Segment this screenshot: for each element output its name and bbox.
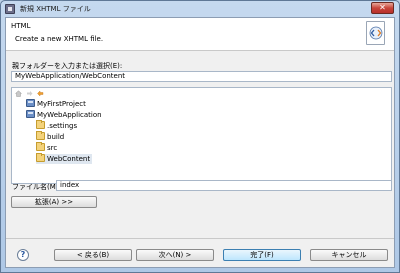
file-name-label: ファイル名(M): — [12, 183, 61, 191]
window-title: 新規 XHTML ファイル — [20, 5, 91, 13]
tree-item[interactable]: .settings — [36, 120, 78, 131]
cancel-button[interactable]: キャンセル — [310, 249, 388, 261]
back-button[interactable]: < 戻る(B) — [54, 249, 132, 261]
banner-title: HTML — [11, 22, 31, 30]
home-icon[interactable] — [15, 90, 22, 97]
tree-item[interactable]: MyFirstProject — [26, 99, 86, 109]
help-icon[interactable]: ? — [17, 249, 29, 261]
parent-folder-input[interactable]: MyWebApplication/WebContent — [11, 71, 392, 82]
tree-item-label: build — [47, 133, 65, 141]
app-icon — [5, 4, 15, 14]
next-button[interactable]: 次へ(N) > — [136, 249, 214, 261]
tree-item-label: WebContent — [47, 155, 91, 163]
tree-item[interactable]: src — [36, 142, 58, 153]
wizard-banner: HTML Create a new XHTML file. — [6, 18, 394, 51]
tree-toolbar — [15, 89, 46, 98]
folder-tree[interactable]: MyFirstProject MyWebApplication .setting… — [11, 87, 392, 184]
tree-item-label: MyFirstProject — [37, 100, 86, 108]
xhtml-file-icon — [366, 21, 385, 45]
tree-item-label: .settings — [47, 122, 78, 130]
forward-icon[interactable] — [26, 90, 33, 97]
file-name-input[interactable]: index — [56, 180, 392, 191]
folder-icon — [36, 142, 45, 151]
project-icon — [26, 99, 35, 107]
close-button[interactable]: ✕ — [371, 2, 394, 14]
close-icon: ✕ — [379, 3, 386, 12]
parent-folder-label: 親フォルダーを入力または選択(E): — [12, 62, 123, 70]
project-icon — [26, 110, 35, 118]
back-icon[interactable] — [37, 90, 44, 97]
folder-icon — [36, 131, 45, 140]
dialog-window: 新規 XHTML ファイル ✕ HTML Create a new XHTML … — [0, 0, 400, 273]
tree-item-selected[interactable]: WebContent — [36, 153, 93, 164]
tree-item[interactable]: MyWebApplication — [26, 110, 102, 120]
dialog-body: HTML Create a new XHTML file. 親フォルダーを入力ま… — [5, 17, 395, 268]
tree-item-label: MyWebApplication — [37, 111, 102, 119]
tree-item[interactable]: build — [36, 131, 65, 142]
divider — [6, 238, 394, 239]
tree-item-label: src — [47, 144, 58, 152]
advanced-button[interactable]: 拡張(A) >> — [11, 196, 97, 208]
folder-open-icon — [36, 153, 45, 162]
finish-button[interactable]: 完了(F) — [223, 249, 301, 261]
banner-message: Create a new XHTML file. — [15, 35, 104, 43]
folder-icon — [36, 120, 45, 129]
title-bar[interactable]: 新規 XHTML ファイル ✕ — [1, 1, 399, 17]
